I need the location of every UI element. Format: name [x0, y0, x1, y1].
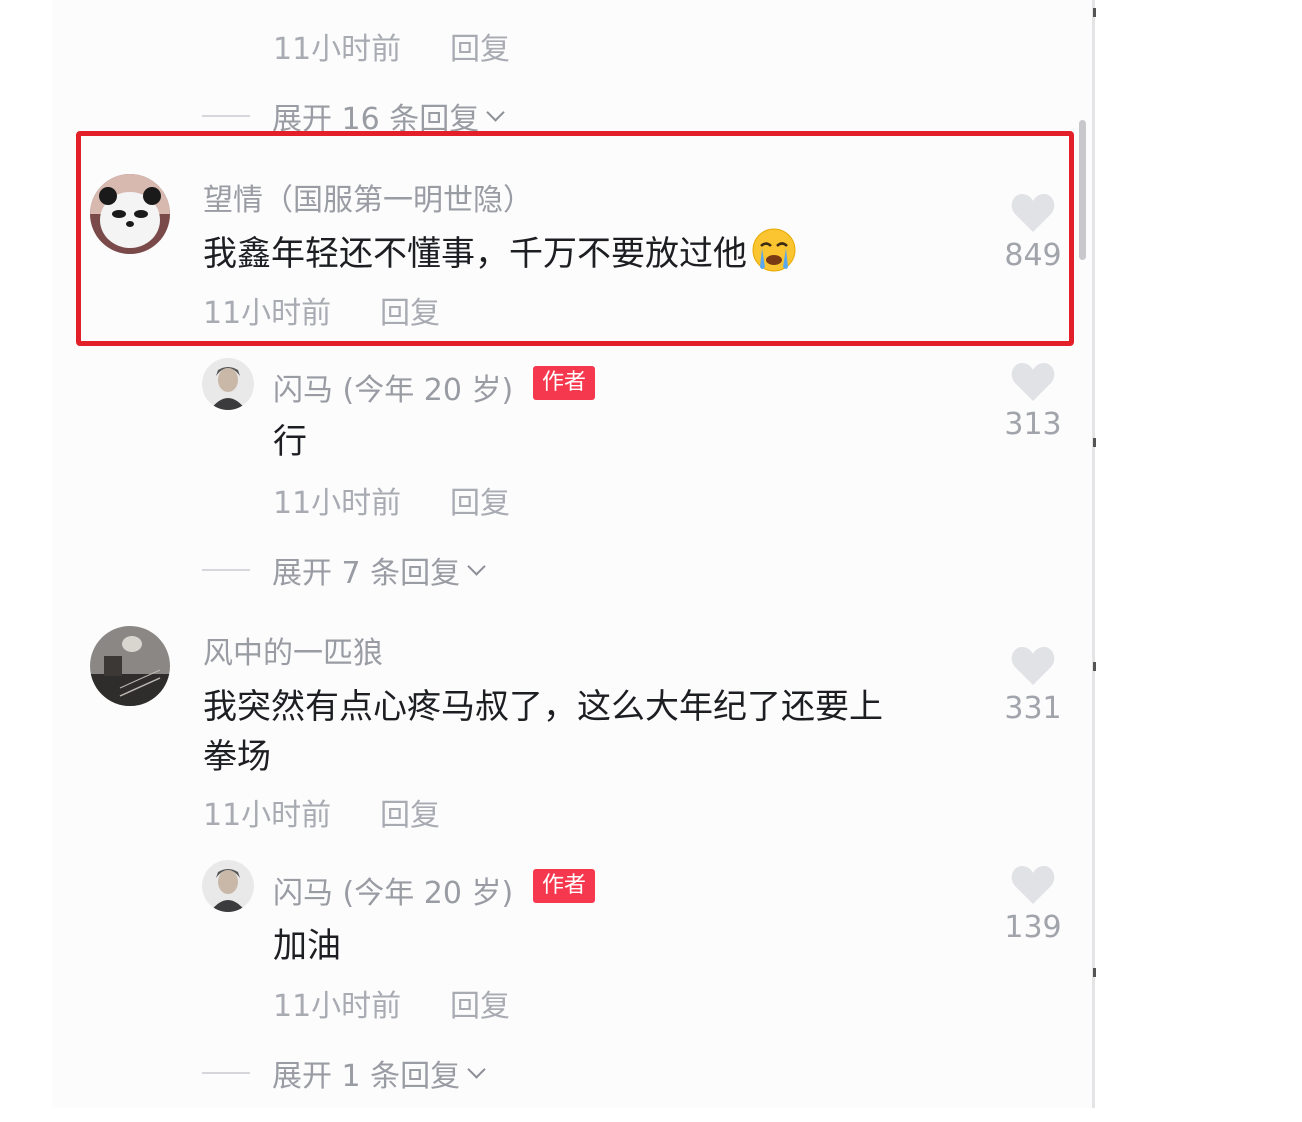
- comment-time: 11小时前: [273, 486, 402, 521]
- panel-edge: [1092, 0, 1095, 1108]
- avatar[interactable]: [202, 358, 254, 410]
- like-count: 849: [1004, 238, 1062, 273]
- author-avatar-icon: [202, 860, 254, 912]
- comment-text: 我鑫年轻还不懂事，千万不要放过他: [203, 226, 797, 275]
- comment-author-name[interactable]: 望情（国服第一明世隐）: [203, 175, 533, 219]
- author-badge: 作者: [533, 869, 596, 903]
- crying-face-icon: [752, 228, 796, 272]
- expand-replies-button[interactable]: 展开 7 条回复: [202, 548, 486, 592]
- avatar[interactable]: [90, 174, 170, 254]
- divider-line: [202, 569, 250, 571]
- comment-author-name[interactable]: 闪马 (今年 20 岁): [273, 868, 513, 912]
- scrollbar[interactable]: [1079, 120, 1086, 260]
- comment-author-name[interactable]: 闪马 (今年 20 岁): [273, 365, 513, 409]
- expand-replies-label: 展开 7 条回复: [272, 556, 461, 591]
- heart-icon: [1011, 866, 1055, 904]
- like-button[interactable]: 139: [993, 864, 1073, 945]
- reply-button[interactable]: 回复: [450, 981, 510, 1025]
- chevron-down-icon: [467, 556, 486, 576]
- author-badge: 作者: [533, 366, 596, 400]
- like-button[interactable]: 313: [993, 361, 1073, 442]
- like-count: 313: [1004, 407, 1062, 442]
- heart-icon: [1011, 363, 1055, 401]
- comment-time: 11小时前: [273, 989, 402, 1024]
- expand-replies-button[interactable]: 展开 1 条回复: [202, 1051, 486, 1095]
- panda-avatar-icon: [90, 174, 170, 254]
- reply-button[interactable]: 回复: [380, 790, 440, 834]
- comment-time: 11小时前: [203, 296, 332, 331]
- heart-icon: [1011, 647, 1055, 685]
- edge-marker: [1093, 968, 1096, 977]
- like-count: 139: [1004, 910, 1062, 945]
- comment-author-name[interactable]: 风中的一匹狼: [203, 628, 383, 672]
- comment-text: 行: [273, 422, 307, 462]
- chevron-down-icon: [486, 102, 505, 122]
- avatar[interactable]: [90, 626, 170, 706]
- chevron-down-icon: [467, 1059, 486, 1079]
- reply-time: 11小时前: [273, 32, 402, 67]
- expand-replies-label: 展开 1 条回复: [272, 1059, 461, 1094]
- comment-text-line: 拳场: [203, 737, 271, 777]
- edge-marker: [1093, 8, 1096, 17]
- divider-line: [202, 1072, 250, 1074]
- reply-button[interactable]: 回复: [450, 478, 510, 522]
- edge-marker: [1093, 438, 1096, 447]
- author-avatar-icon: [202, 358, 254, 410]
- divider-line: [202, 115, 250, 117]
- comment-text-line: 我突然有点心疼马叔了，这么大年纪了还要上: [203, 687, 883, 727]
- edge-marker: [1093, 662, 1096, 671]
- reply-button[interactable]: 回复: [450, 24, 510, 68]
- comment-text-body: 我鑫年轻还不懂事，千万不要放过他: [203, 234, 747, 274]
- heart-icon: [1011, 194, 1055, 232]
- like-count: 331: [1004, 691, 1062, 726]
- wolf-avatar-icon: [90, 626, 170, 706]
- comment-time: 11小时前: [203, 798, 332, 833]
- comment-text: 加油: [273, 926, 341, 966]
- like-button[interactable]: 331: [993, 645, 1073, 726]
- avatar[interactable]: [202, 860, 254, 912]
- reply-button[interactable]: 回复: [380, 288, 440, 332]
- like-button[interactable]: 849: [993, 192, 1073, 273]
